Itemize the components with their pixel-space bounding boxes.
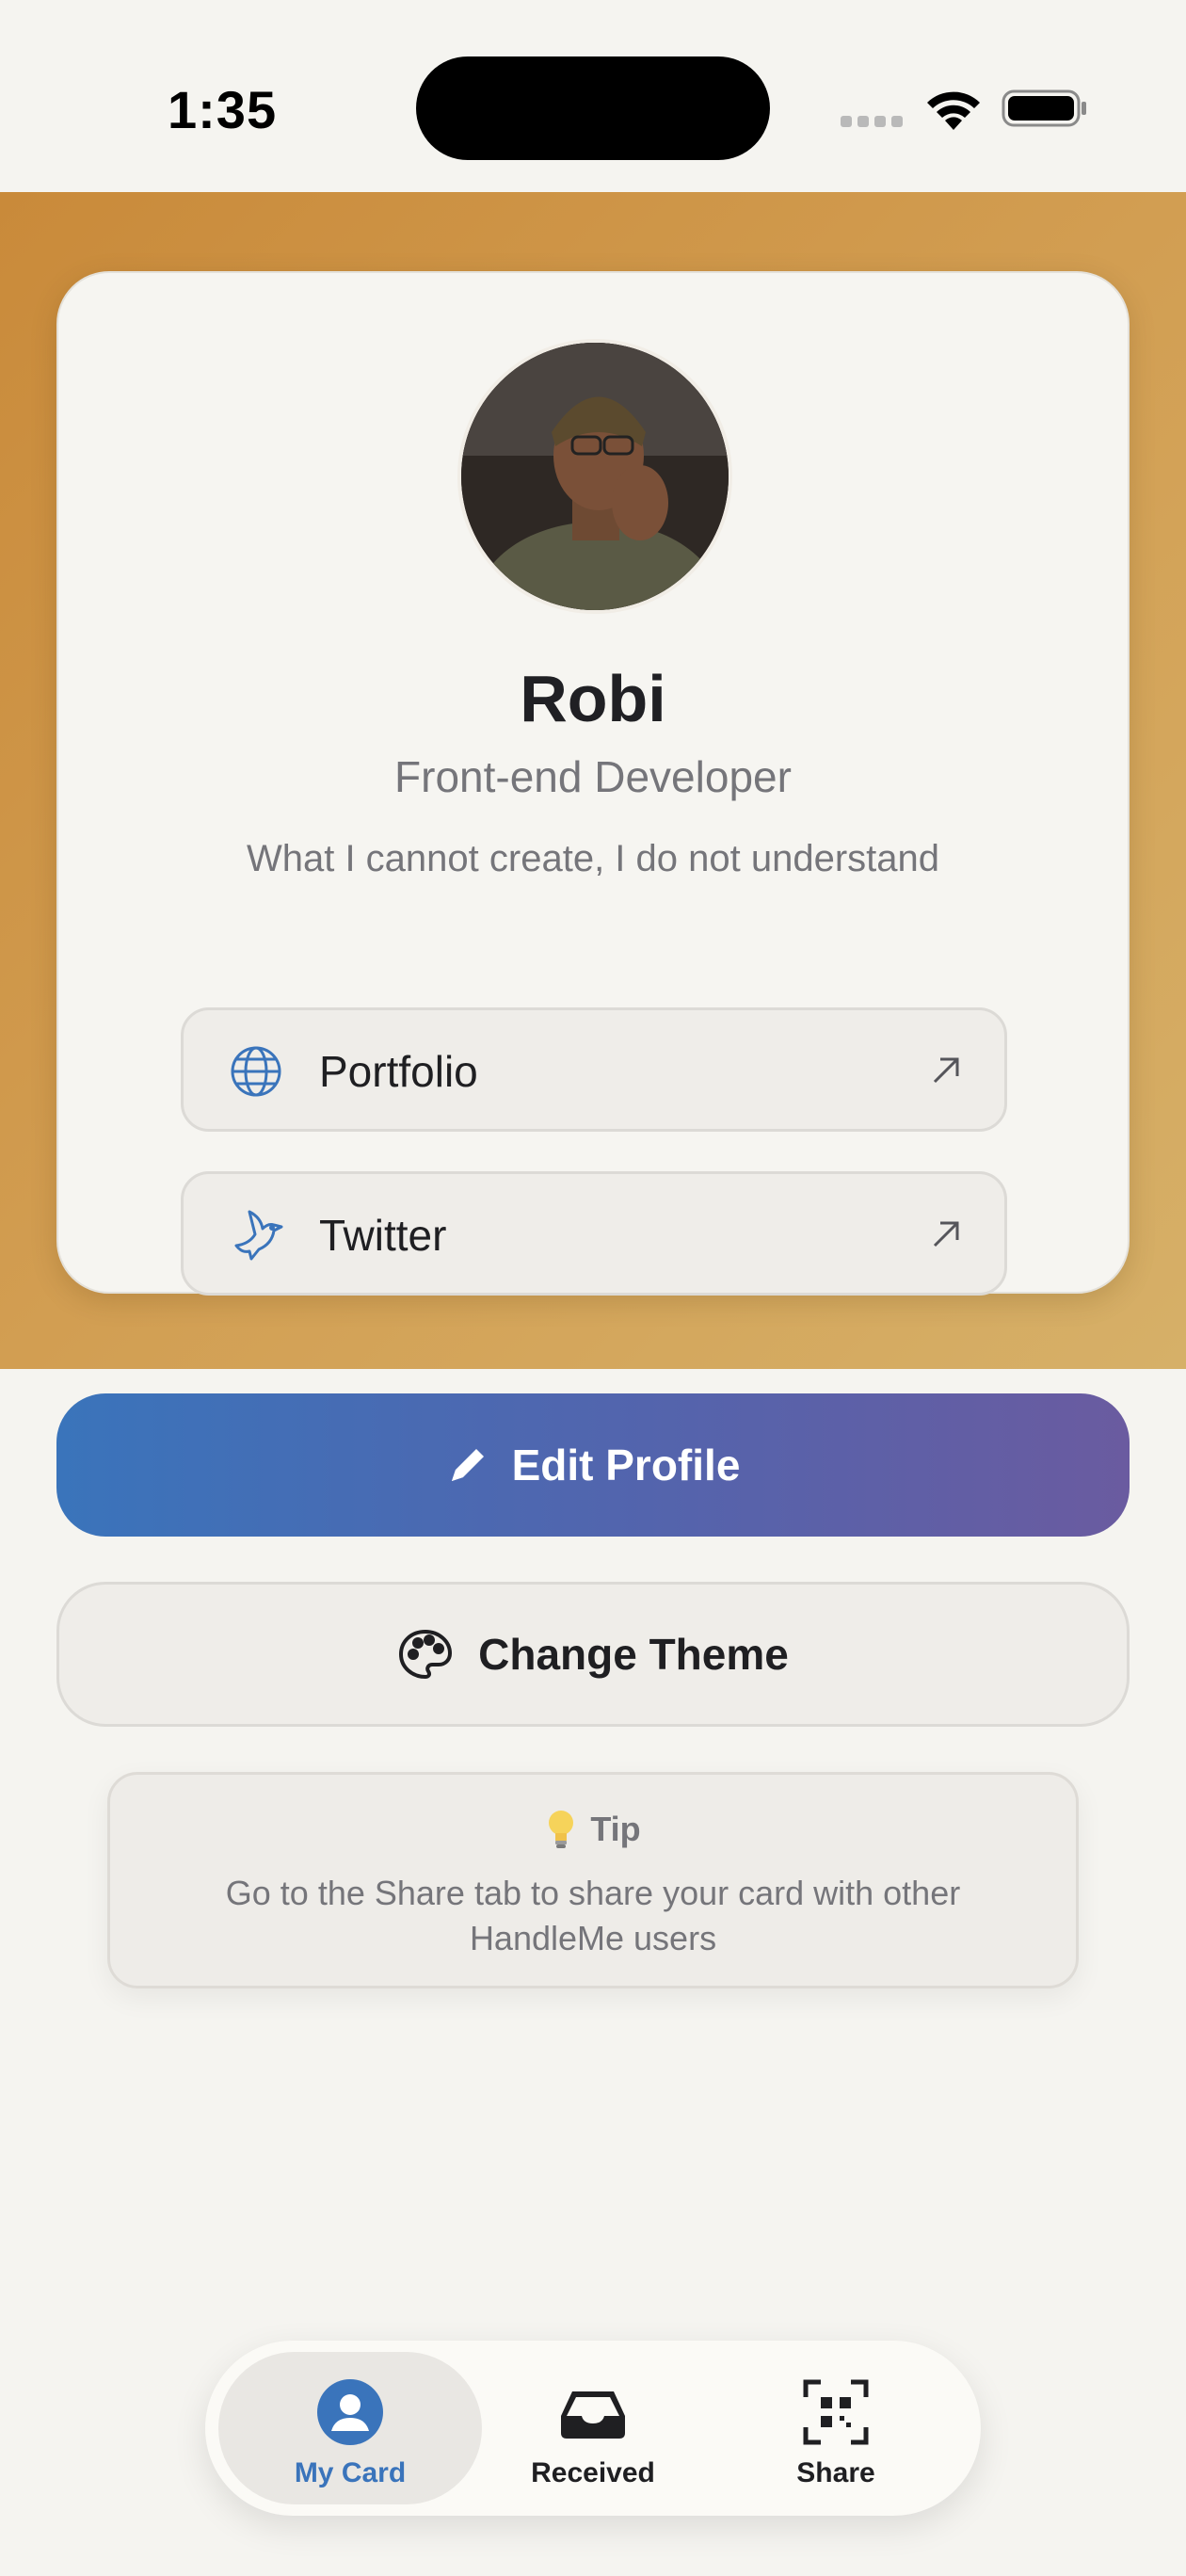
change-theme-label: Change Theme — [478, 1630, 789, 1679]
external-link-icon — [933, 1057, 959, 1084]
link-twitter[interactable]: Twitter — [181, 1171, 1007, 1296]
link-label: Portfolio — [319, 1047, 478, 1096]
wifi-icon — [927, 91, 980, 130]
qr-code-icon — [803, 2379, 869, 2445]
globe-icon — [231, 1046, 281, 1097]
dynamic-island — [416, 56, 770, 160]
tab-label: Share — [796, 2457, 875, 2488]
status-time: 1:35 — [168, 80, 278, 139]
tip-header: Tip — [110, 1809, 1076, 1850]
profile-card: Robi Front-end Developer What I cannot c… — [56, 271, 1130, 1296]
tip-text: Go to the Share tab to share your card w… — [225, 1874, 961, 1957]
screen: 1:35 Robi Front-end Developer What I can… — [0, 0, 1186, 2576]
profile-name: Robi — [520, 662, 666, 735]
tab-bar: My Card Received Share — [205, 2341, 981, 2516]
palette-icon — [399, 1629, 453, 1680]
inbox-icon — [561, 2391, 625, 2439]
lightbulb-icon — [549, 1811, 574, 1848]
profile-bio: What I cannot create, I do not understan… — [246, 838, 939, 879]
change-theme-button[interactable]: Change Theme — [56, 1582, 1130, 1727]
tip-card: Tip Go to the Share tab to share your ca… — [107, 1772, 1079, 1988]
link-label: Twitter — [319, 1211, 447, 1260]
bird-icon — [234, 1210, 283, 1261]
pencil-icon — [451, 1449, 484, 1481]
tab-label: Received — [531, 2457, 655, 2488]
battery-icon — [1002, 89, 1086, 127]
status-bar: 1:35 — [0, 0, 1186, 192]
external-link-icon — [933, 1221, 959, 1248]
profile-hero: Robi Front-end Developer What I cannot c… — [0, 192, 1186, 1369]
profile-role: Front-end Developer — [394, 752, 792, 801]
tab-share[interactable]: Share — [704, 2352, 968, 2504]
edit-profile-label: Edit Profile — [511, 1441, 741, 1489]
tab-my-card[interactable]: My Card — [218, 2352, 482, 2504]
avatar — [457, 339, 732, 614]
cellular-signal-icon — [841, 115, 908, 132]
link-portfolio[interactable]: Portfolio — [181, 1007, 1007, 1132]
person-icon — [317, 2379, 383, 2445]
tab-label: My Card — [294, 2457, 407, 2488]
edit-profile-button[interactable]: Edit Profile — [56, 1393, 1130, 1537]
avatar-photo — [461, 343, 729, 610]
tip-title: Tip — [590, 1810, 641, 1848]
tab-received[interactable]: Received — [461, 2352, 725, 2504]
